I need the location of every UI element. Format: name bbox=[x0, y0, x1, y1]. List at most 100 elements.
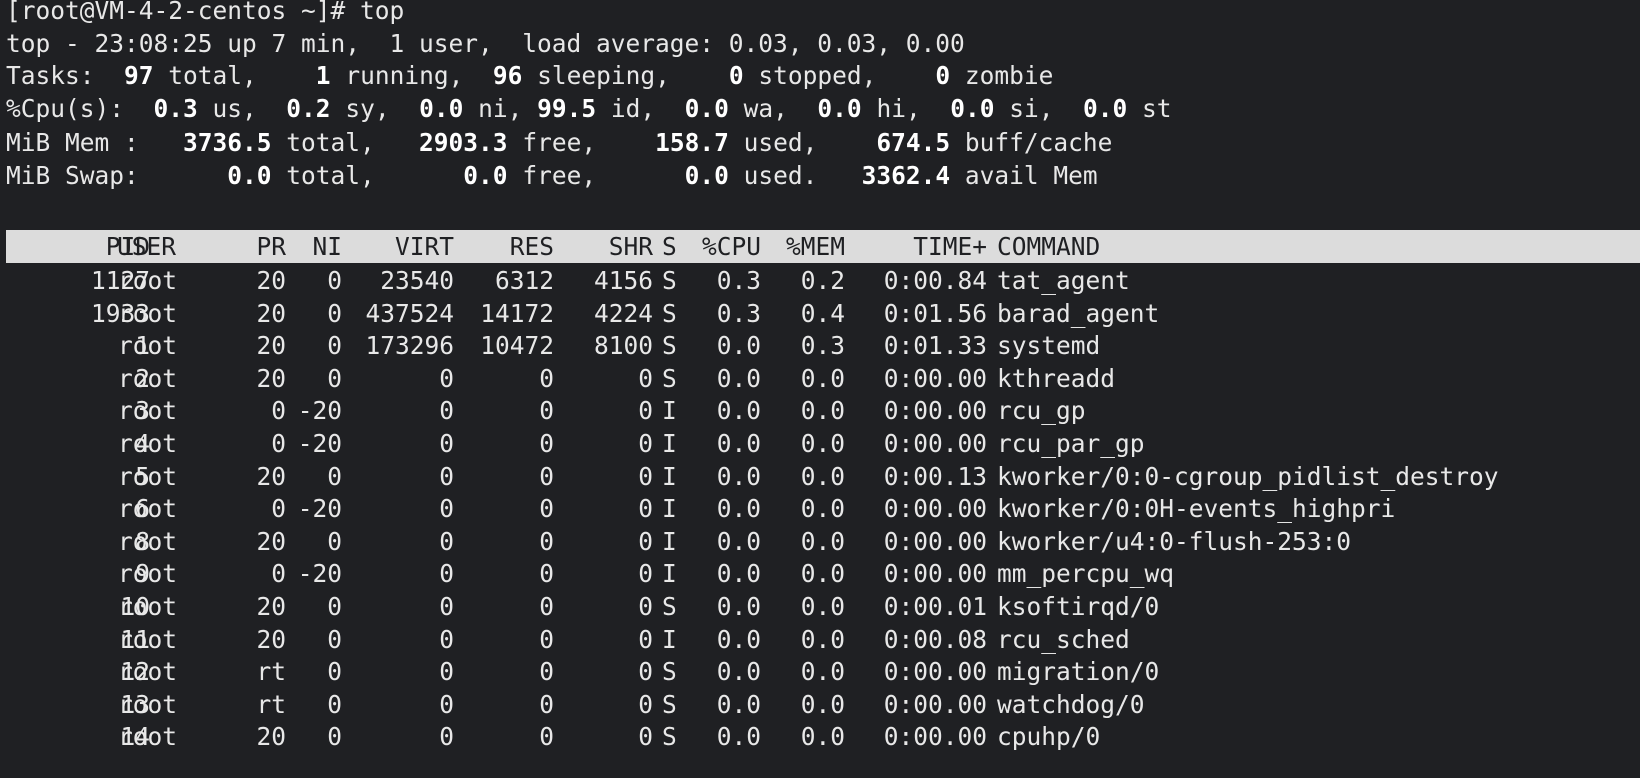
process-command: mm_percpu_wq bbox=[997, 559, 1175, 589]
mem-free: 2903.3 bbox=[419, 128, 508, 157]
process-virt: 23540 bbox=[380, 266, 454, 295]
table-row: 14 root 20 0 0 0 0 S 0.0 0.0 0:00.00 cpuhp/0 bbox=[0, 720, 1640, 754]
process-res: 0 bbox=[539, 494, 554, 524]
process-command: cpuhp/0 bbox=[997, 722, 1101, 752]
mem-label: MiB Mem : bbox=[6, 128, 184, 157]
process-virt: 0 bbox=[439, 689, 454, 719]
terminal-window[interactable]: [root@VM-4-2-centos ~]# top top - 23:08:… bbox=[0, 0, 1640, 778]
process-nice: -20 bbox=[297, 494, 342, 524]
process-time: 0:00.00 bbox=[883, 559, 987, 589]
process-command: migration/0 bbox=[997, 657, 1160, 687]
process-virt: 0 bbox=[439, 657, 454, 687]
process-time: 0:00.00 bbox=[883, 689, 987, 719]
process-priority: 20 bbox=[256, 363, 286, 393]
cpu-hi-label: hi, bbox=[861, 94, 951, 123]
process-nice: 0 bbox=[327, 592, 342, 621]
process-shr: 4156 bbox=[593, 266, 653, 295]
process-time: 0:00.00 bbox=[883, 396, 987, 426]
header-shr: SHR bbox=[608, 232, 653, 261]
cpu-label: %Cpu(s): bbox=[6, 94, 154, 123]
process-nice: 0 bbox=[327, 657, 342, 687]
process-virt: 0 bbox=[439, 396, 454, 426]
process-res: 0 bbox=[539, 461, 554, 491]
process-priority: 0 bbox=[271, 559, 286, 589]
cpu-line: %Cpu(s): 0.3 us, 0.2 sy, 0.0 ni, 99.5 id… bbox=[6, 92, 1172, 126]
tasks-total-label: total, bbox=[153, 61, 302, 90]
shell-prompt: [root@VM-4-2-centos ~]# top bbox=[6, 0, 405, 25]
header-command: COMMAND bbox=[997, 232, 1101, 261]
cpu-ni: 0.0 bbox=[419, 94, 464, 123]
process-time: 0:01.33 bbox=[883, 331, 987, 361]
table-row: 1933 root 20 0 437524 14172 4224 S 0.3 0.4 0:01.56… bbox=[0, 297, 1640, 331]
process-time: 0:00.00 bbox=[883, 429, 987, 458]
process-nice: -20 bbox=[297, 396, 342, 426]
process-shr: 0 bbox=[638, 722, 653, 752]
mem-total: 3736.5 bbox=[183, 128, 272, 157]
cpu-wa: 0.0 bbox=[684, 94, 729, 123]
process-priority: 20 bbox=[256, 624, 286, 654]
process-command: tat_agent bbox=[997, 266, 1130, 295]
process-priority: rt bbox=[256, 657, 286, 687]
process-shr: 0 bbox=[638, 657, 653, 687]
process-res: 14172 bbox=[480, 298, 554, 328]
process-state: S bbox=[662, 331, 677, 361]
process-time: 0:00.84 bbox=[883, 266, 987, 295]
header-pr: PR bbox=[256, 232, 286, 261]
process-user: root bbox=[118, 396, 178, 426]
swap-total-label: total, bbox=[271, 161, 464, 190]
process-priority: 0 bbox=[271, 494, 286, 524]
process-mem: 0.0 bbox=[800, 689, 845, 719]
process-virt: 0 bbox=[439, 559, 454, 589]
process-virt: 0 bbox=[439, 526, 454, 556]
process-res: 6312 bbox=[494, 266, 554, 295]
mem-buff-cache: 674.5 bbox=[876, 128, 951, 157]
process-user: root bbox=[118, 429, 178, 458]
table-row: 5 root 20 0 0 0 0 I 0.0 0.0 0:00.13 kworker/0:0-cgr… bbox=[0, 460, 1640, 494]
mem-free-label: free, bbox=[507, 128, 656, 157]
process-state: S bbox=[662, 657, 677, 687]
process-cpu: 0.3 bbox=[716, 266, 761, 295]
process-command: kworker/u4:0-flush-253:0 bbox=[997, 526, 1352, 556]
tasks-line: Tasks: 97 total, 1 running, 96 sleeping,… bbox=[6, 59, 1053, 93]
uptime-line: top - 23:08:25 up 7 min, 1 user, load av… bbox=[6, 27, 965, 61]
process-nice: 0 bbox=[327, 363, 342, 393]
process-time: 0:00.13 bbox=[883, 461, 987, 491]
process-priority: 20 bbox=[256, 331, 286, 361]
tasks-zombie: 0 bbox=[920, 61, 951, 90]
process-mem: 0.0 bbox=[800, 592, 845, 621]
process-mem: 0.0 bbox=[800, 722, 845, 752]
table-row: 11 root 20 0 0 0 0 I 0.0 0.0 0:00.08 rcu_sched bbox=[0, 623, 1640, 657]
process-virt: 0 bbox=[439, 624, 454, 654]
process-shr: 0 bbox=[638, 592, 653, 621]
process-shr: 8100 bbox=[593, 331, 653, 361]
process-cpu: 0.0 bbox=[716, 657, 761, 687]
swap-avail: 3362.4 bbox=[861, 161, 951, 190]
swap-free: 0.0 bbox=[463, 161, 508, 190]
process-cpu: 0.0 bbox=[716, 331, 761, 361]
process-res: 0 bbox=[539, 559, 554, 589]
process-virt: 173296 bbox=[365, 331, 454, 361]
process-state: I bbox=[662, 559, 677, 589]
mem-used-label: used, bbox=[728, 128, 877, 157]
process-user: root bbox=[118, 298, 178, 328]
process-time: 0:01.56 bbox=[883, 298, 987, 328]
process-virt: 0 bbox=[439, 722, 454, 752]
process-virt: 0 bbox=[439, 494, 454, 524]
process-priority: rt bbox=[256, 689, 286, 719]
process-nice: 0 bbox=[327, 722, 342, 752]
tasks-total: 97 bbox=[109, 61, 154, 90]
swap-avail-label: avail Mem bbox=[950, 161, 1098, 190]
process-command: barad_agent bbox=[997, 298, 1160, 328]
process-state: S bbox=[662, 689, 677, 719]
uptime-text: top - 23:08:25 up 7 min, 1 user, load av… bbox=[6, 29, 965, 58]
tasks-label: Tasks: bbox=[6, 61, 110, 90]
process-res: 0 bbox=[539, 592, 554, 621]
process-virt: 0 bbox=[439, 592, 454, 621]
process-user: root bbox=[118, 689, 178, 719]
tasks-running-label: running, bbox=[330, 61, 493, 90]
mem-buff-label: buff/cache bbox=[950, 128, 1113, 157]
process-time: 0:00.00 bbox=[883, 657, 987, 687]
header-virt: VIRT bbox=[394, 232, 454, 261]
process-state: S bbox=[662, 363, 677, 393]
process-priority: 0 bbox=[271, 429, 286, 458]
